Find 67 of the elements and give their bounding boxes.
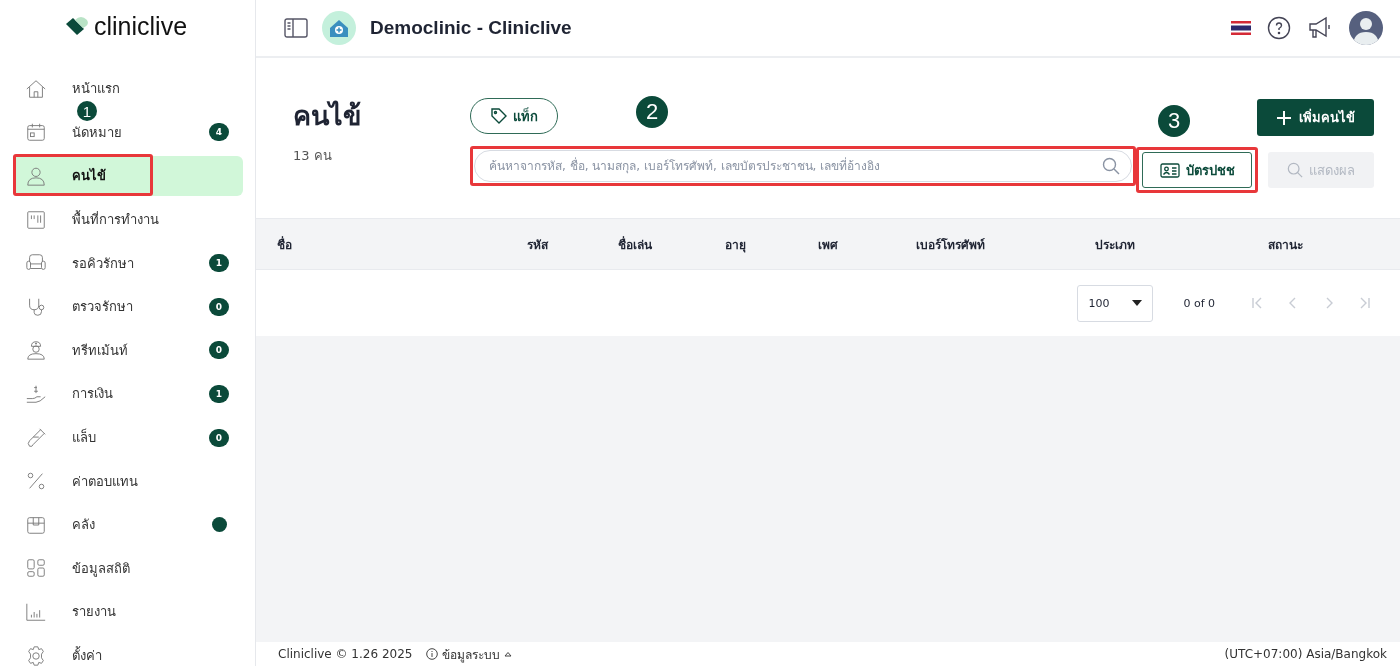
sidebar-item[interactable]: การเงิน 1	[13, 382, 243, 405]
column-header: ประเภท	[1094, 236, 1136, 254]
sidebar-item[interactable]: พื้นที่การทำงาน	[13, 208, 243, 231]
sidebar-item[interactable]: คนไข้	[13, 156, 243, 196]
count-badge: 0	[209, 297, 229, 316]
count-badge: 0	[209, 428, 229, 447]
caret-icon	[504, 651, 513, 657]
megaphone-icon[interactable]	[1307, 16, 1333, 40]
search-icon	[1102, 157, 1120, 175]
step-marker: 1	[77, 101, 97, 122]
copyright: Cliniclive © 1.26 2025	[278, 647, 413, 661]
page-size-select[interactable]: 100	[1077, 284, 1154, 322]
caret-icon	[1132, 300, 1143, 306]
count-badge: 1	[209, 254, 229, 273]
id-card-icon	[1159, 162, 1180, 178]
count-badge: 1	[209, 384, 229, 403]
sidebar-item[interactable]: ตั้งค่า	[13, 644, 243, 666]
count-badge: 4	[209, 123, 229, 142]
column-header: สถานะ	[1266, 236, 1304, 254]
step-marker: 3	[1158, 105, 1190, 137]
column-header: อายุ	[724, 236, 747, 254]
search-icon	[1287, 162, 1303, 178]
help-icon[interactable]	[1267, 16, 1291, 40]
board-icon	[25, 208, 47, 231]
page-range: 0 of 0	[1183, 296, 1215, 310]
sidebar-item[interactable]: นัดหมาย 4	[13, 121, 243, 144]
clinic-title: Democlinic - Cliniclive	[370, 17, 572, 39]
sidebar-item[interactable]: หน้าแรก	[13, 77, 243, 100]
add-patient-button[interactable]: เพิ่มคนไข้	[1257, 99, 1374, 136]
sidebar-item[interactable]: คลัง	[13, 513, 243, 536]
sidebar-item[interactable]: ทรีทเม้นท์ 0	[13, 339, 243, 362]
step-marker: 2	[636, 96, 668, 128]
sidebar-item[interactable]: ข้อมูลสถิติ	[13, 557, 243, 580]
sidebar-item[interactable]: รอคิวรักษา 1	[13, 252, 243, 275]
tag-button[interactable]: แท็ก	[470, 98, 558, 134]
brand-name: cliniclive	[94, 11, 188, 41]
search-field[interactable]: ค้นหาจากรหัส, ชื่อ, นามสกุล, เบอร์โทรศัพท์, เลขบัตรประชาชน, เลขที่อ้างอิง	[474, 150, 1132, 182]
page-title: คนไข้	[293, 99, 362, 133]
column-header: รหัส	[525, 236, 549, 254]
column-header: เพศ	[816, 236, 839, 254]
sidebar-item[interactable]: แล็บ 0	[13, 426, 243, 449]
sidebar-toggle-icon[interactable]	[284, 18, 308, 38]
settings-icon	[25, 644, 47, 666]
home-icon	[25, 77, 47, 100]
column-header: ชื่อ	[276, 235, 293, 254]
column-header: ชื่อเล่น	[617, 235, 653, 254]
info-icon	[426, 648, 439, 660]
person-icon	[25, 165, 47, 187]
column-header: เบอร์โทรศัพท์	[914, 236, 986, 254]
flag-icon[interactable]	[1231, 21, 1251, 35]
system-info-link[interactable]: ข้อมูลระบบ	[426, 644, 513, 664]
sidebar-item[interactable]: ค่าตอบแทน	[13, 470, 243, 493]
sidebar-item[interactable]: ตรวจรักษา 0	[13, 295, 243, 318]
count-badge: 0	[209, 341, 229, 360]
tag-icon	[490, 107, 508, 125]
avatar-icon[interactable]	[1349, 11, 1383, 45]
logo-icon	[64, 16, 90, 36]
plus-icon	[1276, 110, 1291, 125]
calendar-icon	[25, 121, 47, 144]
sidebar-item[interactable]: รายงาน	[13, 600, 243, 623]
test-tube-icon	[25, 426, 47, 449]
timezone: (UTC+07:00) Asia/Bangkok	[1224, 647, 1387, 661]
nurse-icon	[25, 339, 47, 362]
grid-icon	[25, 557, 47, 580]
patient-count: 13 คน	[293, 147, 333, 165]
clinic-logo-icon	[322, 11, 356, 45]
id-card-button[interactable]: บัตรปชช	[1142, 152, 1252, 188]
